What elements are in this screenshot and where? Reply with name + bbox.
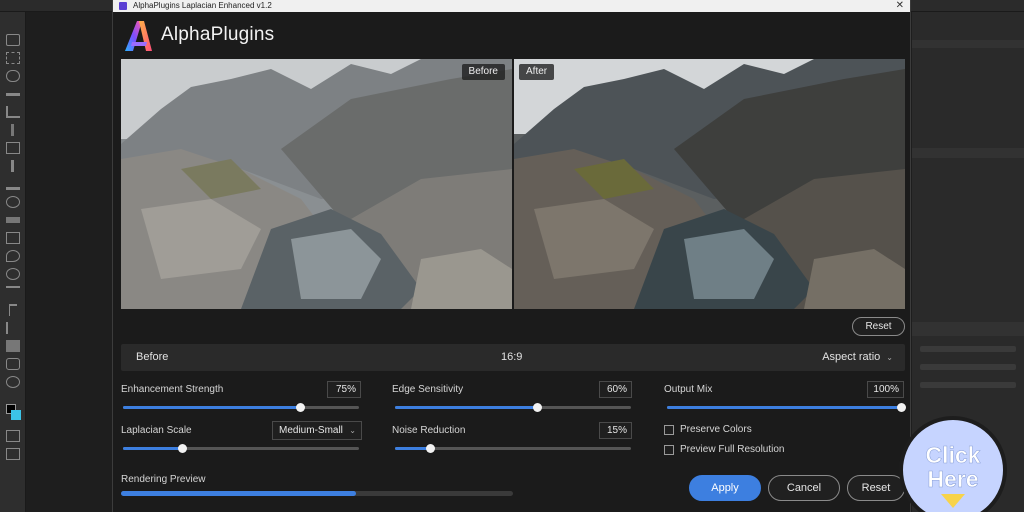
eraser-tool-icon[interactable] xyxy=(6,217,20,223)
healing-tool-icon[interactable] xyxy=(6,142,20,154)
laplacian-scale-label: Laplacian Scale xyxy=(121,425,192,436)
history-brush-tool-icon[interactable] xyxy=(6,196,20,208)
pen-tool-icon[interactable] xyxy=(6,286,20,298)
arrow-down-icon xyxy=(941,494,965,508)
laplacian-scale-select[interactable]: Medium-Small ⌄ xyxy=(272,421,362,440)
preview-full-resolution-checkbox[interactable] xyxy=(664,445,674,455)
layer-row[interactable] xyxy=(920,382,1016,388)
slider-thumb[interactable] xyxy=(296,403,305,412)
reset-button[interactable]: Reset xyxy=(847,475,905,501)
preview-info-bar: Before 16:9 Aspect ratio ⌄ xyxy=(121,344,905,371)
window-app-icon xyxy=(119,2,127,10)
slider-fill xyxy=(123,447,182,450)
laplacian-scale-value: Medium-Small xyxy=(279,425,343,436)
cancel-button[interactable]: Cancel xyxy=(768,475,840,501)
screen: AlphaPlugins Laplacian Enhanced v1.2 ✕ A… xyxy=(0,0,1024,512)
marquee-tool-icon[interactable] xyxy=(6,52,20,64)
plugin-window: AlphaPlugins Laplacian Enhanced v1.2 ✕ A… xyxy=(112,0,911,512)
chevron-down-icon: ⌄ xyxy=(886,353,893,362)
noise-reduction-slider[interactable] xyxy=(395,444,631,453)
edge-sensitivity-slider[interactable] xyxy=(395,403,631,412)
move-tool-icon[interactable] xyxy=(6,34,20,46)
noise-reduction-value[interactable]: 15% xyxy=(599,422,632,439)
hand-tool-icon[interactable] xyxy=(6,358,20,370)
select-caret-icon: ⌄ xyxy=(349,426,356,435)
preserve-colors-checkbox[interactable] xyxy=(664,425,674,435)
preview-full-resolution-label[interactable]: Preview Full Resolution xyxy=(680,444,785,455)
path-select-tool-icon[interactable] xyxy=(6,322,20,334)
zoom-tool-icon[interactable] xyxy=(6,376,20,388)
enhancement-strength-label: Enhancement Strength xyxy=(121,384,224,395)
gradient-tool-icon[interactable] xyxy=(6,232,20,244)
badge-line-2: Here xyxy=(927,466,979,493)
slider-fill xyxy=(123,406,300,409)
output-mix-label: Output Mix xyxy=(664,384,713,395)
brand-name: AlphaPlugins xyxy=(161,24,275,45)
close-icon[interactable]: ✕ xyxy=(896,0,904,12)
layer-row[interactable] xyxy=(920,364,1016,370)
quick-mask-icon[interactable] xyxy=(6,430,20,442)
rendering-progress-fill xyxy=(121,491,357,496)
before-preview[interactable]: Before xyxy=(121,59,512,309)
slider-thumb[interactable] xyxy=(426,444,436,453)
stamp-tool-icon[interactable] xyxy=(6,178,20,190)
alphaplugins-logo-icon xyxy=(125,21,152,51)
layers-toolbar xyxy=(920,346,1016,352)
layers-panel-header xyxy=(912,322,1024,336)
panel-header xyxy=(912,148,1024,158)
shape-tool-icon[interactable] xyxy=(6,340,20,352)
before-tag: Before xyxy=(461,64,505,80)
lasso-tool-icon[interactable] xyxy=(6,70,20,82)
view-mode-label[interactable]: Before xyxy=(136,351,168,363)
edge-sensitivity-value[interactable]: 60% xyxy=(599,381,632,398)
blur-tool-icon[interactable] xyxy=(6,250,20,262)
dodge-tool-icon[interactable] xyxy=(6,268,20,280)
aspect-ratio-label: Aspect ratio xyxy=(822,351,881,363)
edge-sensitivity-label: Edge Sensitivity xyxy=(392,384,464,395)
brush-tool-icon[interactable] xyxy=(11,160,14,172)
eyedropper-tool-icon[interactable] xyxy=(11,124,14,136)
after-preview[interactable]: After xyxy=(514,59,905,309)
apply-button[interactable]: Apply xyxy=(689,475,761,501)
output-mix-value[interactable]: 100% xyxy=(867,381,904,398)
window-title: AlphaPlugins Laplacian Enhanced v1.2 xyxy=(133,1,272,10)
badge-line-1: Click xyxy=(925,442,981,469)
rendering-progress-bar xyxy=(121,491,513,496)
type-tool-icon[interactable] xyxy=(9,304,17,316)
aspect-ratio-dropdown[interactable]: Aspect ratio ⌄ xyxy=(822,351,893,363)
preserve-colors-label[interactable]: Preserve Colors xyxy=(680,424,752,435)
after-image xyxy=(514,59,905,309)
screen-mode-icon[interactable] xyxy=(6,448,20,460)
slider-thumb[interactable] xyxy=(178,444,187,453)
crop-tool-icon[interactable] xyxy=(6,106,20,118)
ratio-label: 16:9 xyxy=(501,351,523,363)
wand-tool-icon[interactable] xyxy=(6,93,20,96)
slider-thumb[interactable] xyxy=(532,403,542,412)
enhancement-strength-value[interactable]: 75% xyxy=(327,381,361,398)
noise-reduction-label: Noise Reduction xyxy=(392,425,466,436)
slider-fill xyxy=(667,406,901,409)
background-color-swatch[interactable] xyxy=(11,410,21,420)
laplacian-scale-slider[interactable] xyxy=(123,444,359,453)
rendering-preview-label: Rendering Preview xyxy=(121,474,206,485)
slider-fill xyxy=(395,447,431,450)
panel-header xyxy=(912,40,1024,48)
after-tag: After xyxy=(519,64,555,80)
before-image xyxy=(121,59,512,309)
enhancement-strength-slider[interactable] xyxy=(123,403,359,412)
host-app-toolbar xyxy=(0,12,26,512)
slider-fill xyxy=(395,406,537,409)
preview-reset-button[interactable]: Reset xyxy=(852,317,905,336)
window-titlebar: AlphaPlugins Laplacian Enhanced v1.2 ✕ xyxy=(113,0,910,12)
output-mix-slider[interactable] xyxy=(667,403,906,412)
slider-thumb[interactable] xyxy=(897,403,906,412)
